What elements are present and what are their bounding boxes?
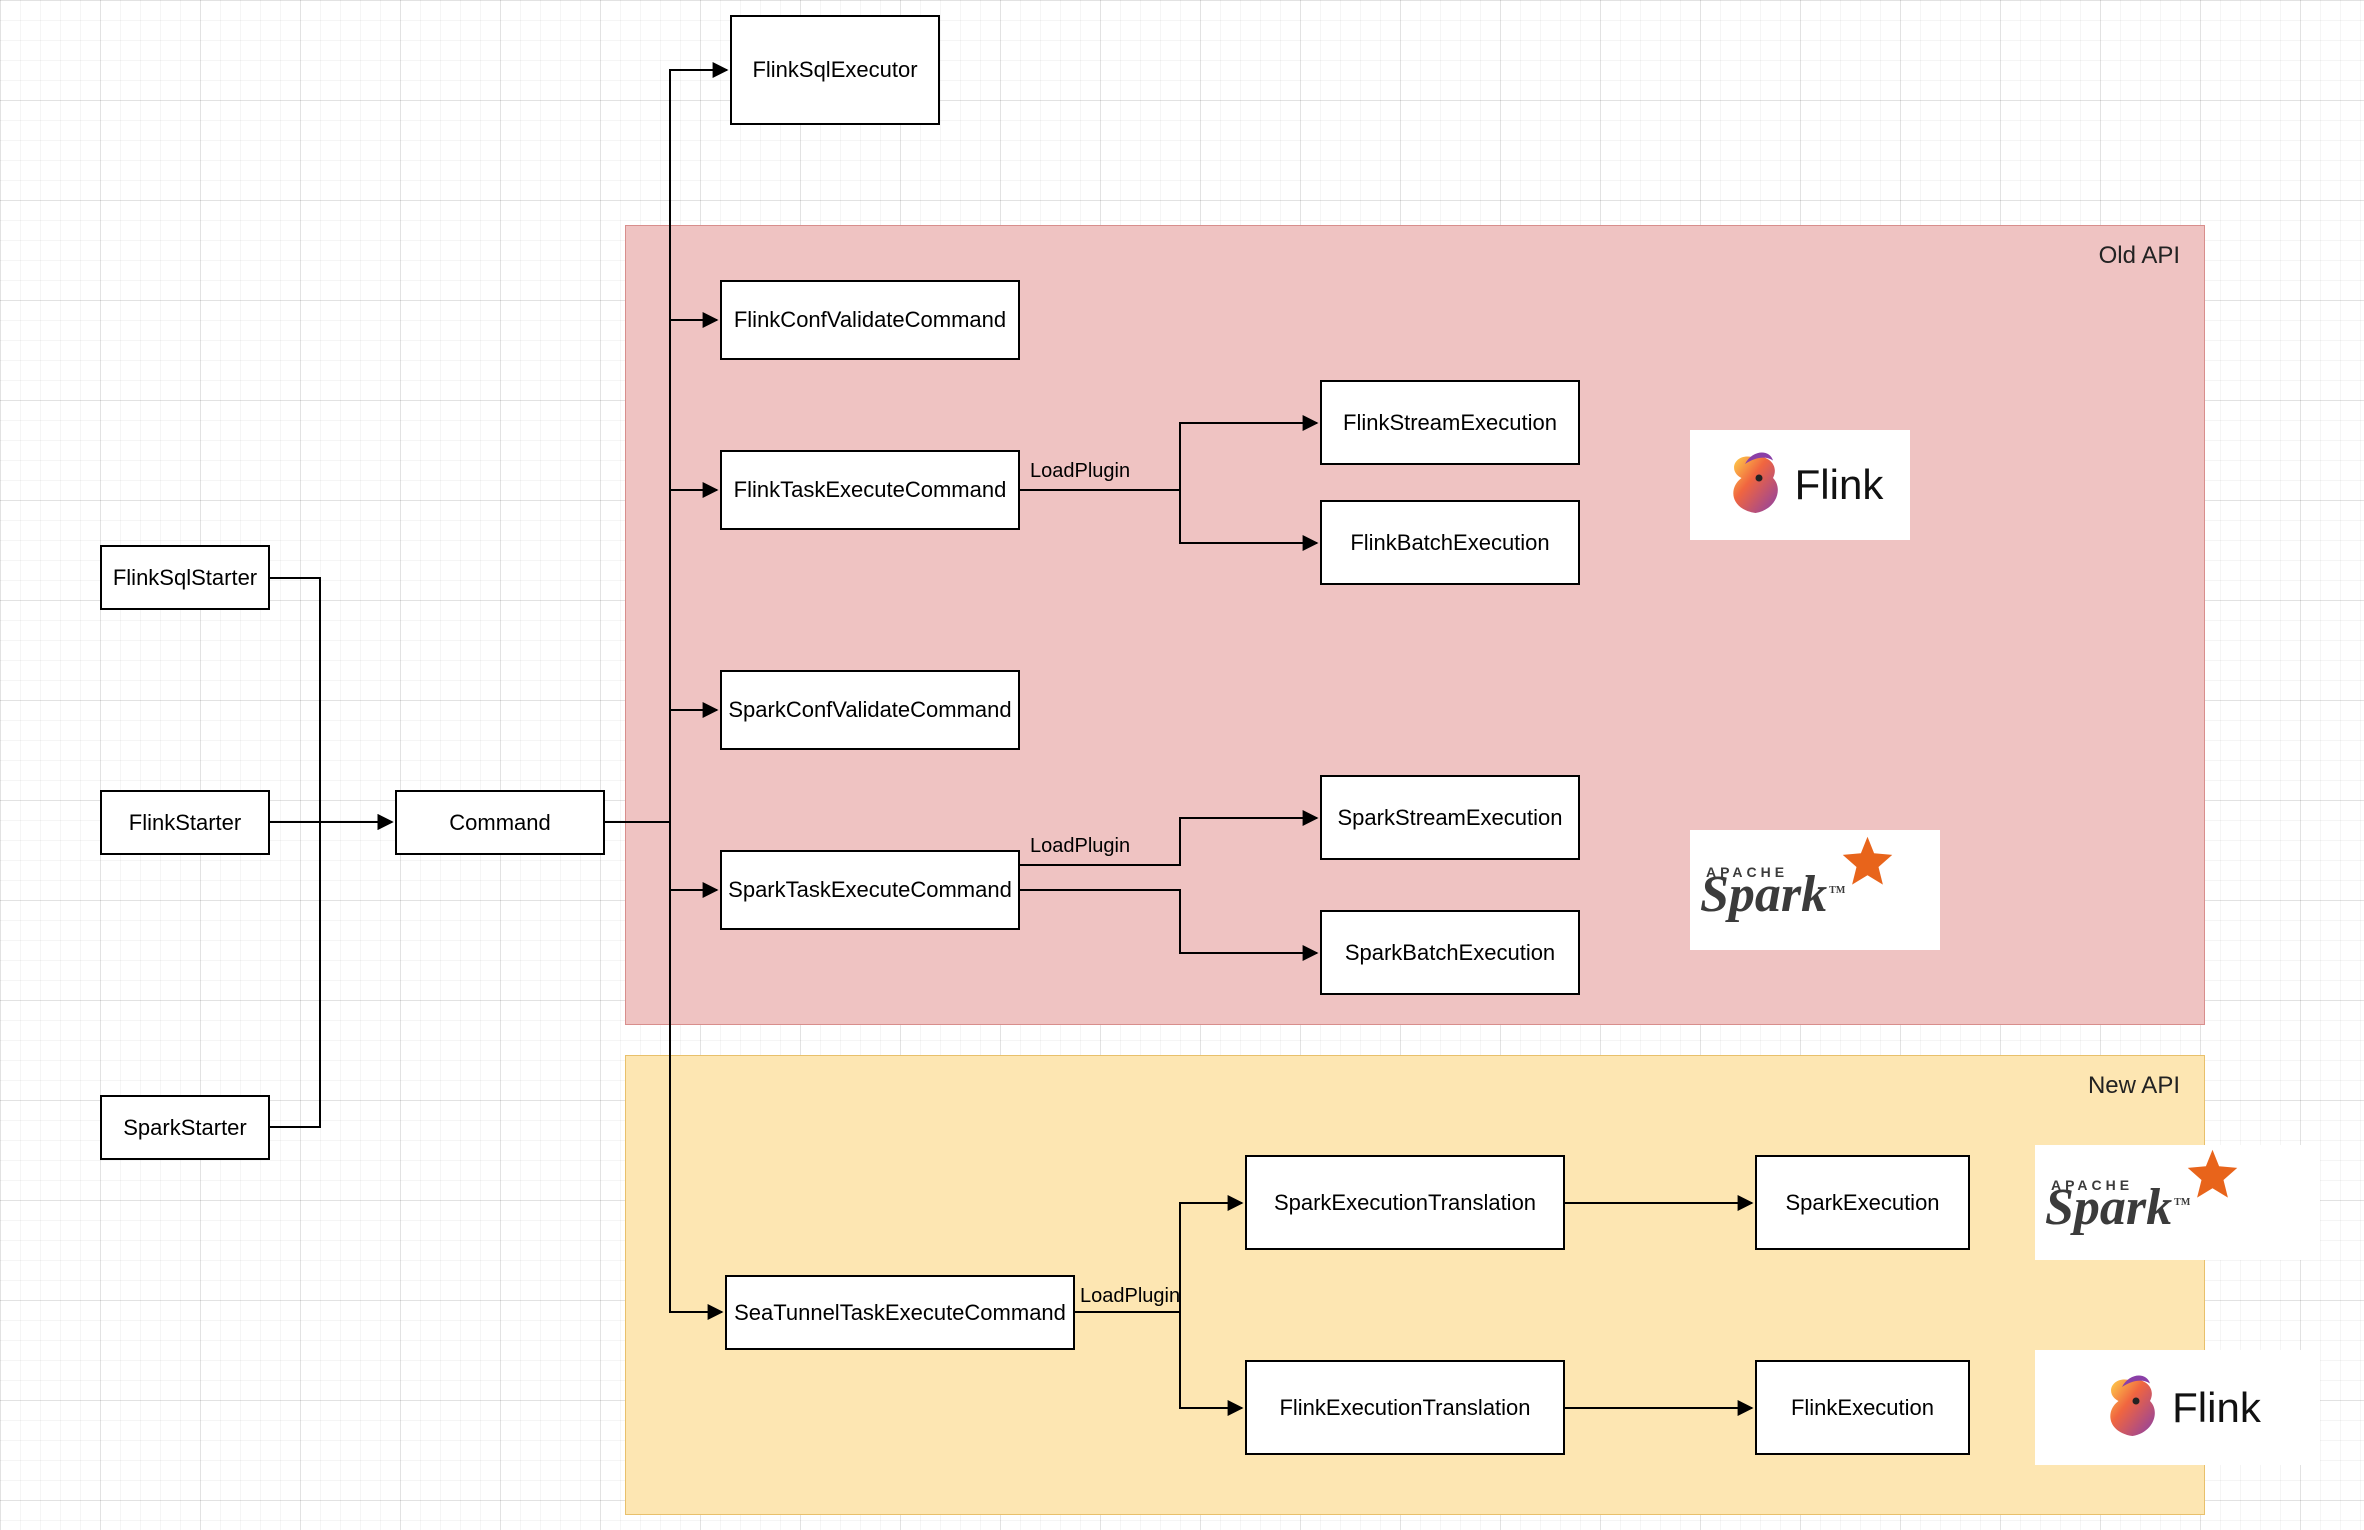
node-label: FlinkBatchExecution (1350, 530, 1549, 556)
node-label: FlinkTaskExecuteCommand (734, 477, 1007, 503)
node-flink-task-execute-command: FlinkTaskExecuteCommand (720, 450, 1020, 530)
node-label: FlinkSqlExecutor (752, 57, 917, 83)
node-spark-batch-execution: SparkBatchExecution (1320, 910, 1580, 995)
node-flink-execution: FlinkExecution (1755, 1360, 1970, 1455)
logo-spark-text: Spark (1700, 866, 1827, 923)
node-label: FlinkConfValidateCommand (734, 307, 1006, 333)
node-spark-task-execute-command: SparkTaskExecuteCommand (720, 850, 1020, 930)
node-label: SeaTunnelTaskExecuteCommand (734, 1300, 1066, 1326)
node-seatunnel-task-execute-command: SeaTunnelTaskExecuteCommand (725, 1275, 1075, 1350)
diagram-canvas: Old API New API FlinkSqlStarter FlinkSta… (0, 0, 2364, 1530)
node-flink-sql-executor: FlinkSqlExecutor (730, 15, 940, 125)
logo-flink-text: Flink (1795, 461, 1884, 509)
region-old-api-label: Old API (2099, 242, 2180, 270)
node-label: FlinkStarter (129, 810, 241, 836)
edge-label-load-plugin-2: LoadPlugin (1030, 835, 1130, 858)
spark-star-icon (2185, 1147, 2240, 1202)
edge-label-load-plugin-1: LoadPlugin (1030, 460, 1130, 483)
node-label: SparkExecution (1785, 1190, 1939, 1216)
region-new-api-label: New API (2088, 1072, 2180, 1100)
node-spark-execution-translation: SparkExecutionTranslation (1245, 1155, 1565, 1250)
node-spark-stream-execution: SparkStreamExecution (1320, 775, 1580, 860)
squirrel-icon (1717, 450, 1787, 520)
node-label: FlinkExecution (1791, 1395, 1934, 1421)
logo-spark-old: APACHE SparkTM (1690, 830, 1940, 950)
node-flink-batch-execution: FlinkBatchExecution (1320, 500, 1580, 585)
spark-star-icon (1840, 834, 1895, 889)
node-spark-conf-validate-command: SparkConfValidateCommand (720, 670, 1020, 750)
node-spark-execution: SparkExecution (1755, 1155, 1970, 1250)
node-label: Command (449, 810, 550, 836)
node-label: SparkTaskExecuteCommand (728, 877, 1012, 903)
squirrel-icon (2094, 1373, 2164, 1443)
node-spark-starter: SparkStarter (100, 1095, 270, 1160)
node-label: FlinkStreamExecution (1343, 410, 1557, 436)
node-label: FlinkExecutionTranslation (1279, 1395, 1530, 1421)
node-label: SparkStarter (123, 1115, 247, 1141)
node-flink-stream-execution: FlinkStreamExecution (1320, 380, 1580, 465)
logo-flink-text: Flink (2172, 1384, 2261, 1432)
node-flink-conf-validate-command: FlinkConfValidateCommand (720, 280, 1020, 360)
logo-flink-old: Flink (1690, 430, 1910, 540)
node-flink-starter: FlinkStarter (100, 790, 270, 855)
node-label: FlinkSqlStarter (113, 565, 257, 591)
logo-spark-new: APACHE SparkTM (2035, 1145, 2320, 1260)
logo-flink-new: Flink (2035, 1350, 2320, 1465)
node-command: Command (395, 790, 605, 855)
edge-label-load-plugin-3: LoadPlugin (1080, 1285, 1180, 1308)
logo-spark-text: Spark (2045, 1179, 2172, 1236)
node-label: SparkConfValidateCommand (728, 697, 1011, 723)
node-label: SparkStreamExecution (1338, 805, 1563, 831)
node-flink-execution-translation: FlinkExecutionTranslation (1245, 1360, 1565, 1455)
node-flink-sql-starter: FlinkSqlStarter (100, 545, 270, 610)
node-label: SparkBatchExecution (1345, 940, 1555, 966)
node-label: SparkExecutionTranslation (1274, 1190, 1536, 1216)
